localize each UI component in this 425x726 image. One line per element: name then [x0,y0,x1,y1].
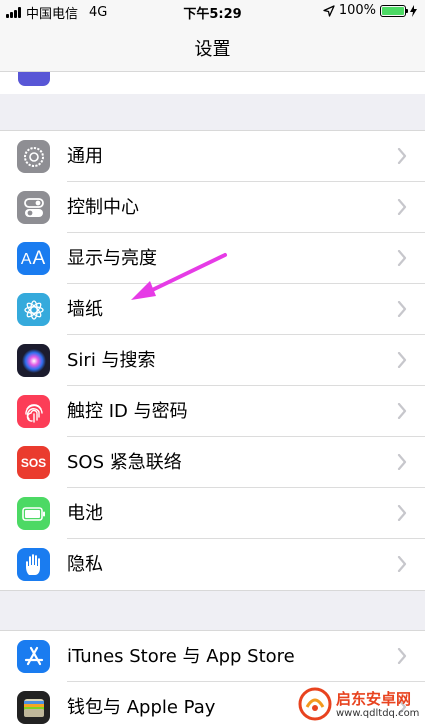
chevron-right-icon [397,648,407,664]
settings-row-gear[interactable]: 通用 [0,131,425,182]
settings-row-label: 电池 [67,503,103,524]
settings-row-siri[interactable]: Siri 与搜索 [0,335,425,386]
settings-row-label: Siri 与搜索 [67,350,156,371]
status-right: 100% [323,3,417,18]
settings-row-toggles[interactable]: 控制中心 [0,182,425,233]
watermark-logo-icon [298,687,332,721]
settings-row-battery[interactable]: 电池 [0,488,425,539]
text-size-glyph: AA [20,247,47,269]
sos-icon: SOS [17,446,50,479]
chevron-right-icon [397,556,407,572]
chevron-right-icon [397,505,407,521]
chevron-right-icon [397,352,407,368]
watermark-url: www.qdltdq.com [336,708,420,719]
toggles-icon [17,191,50,224]
settings-row-label: 显示与亮度 [67,248,157,269]
watermark: 启东安卓网 www.qdltdq.com [296,684,425,726]
battery-icon [380,4,408,17]
settings-row-label: 触控 ID 与密码 [67,401,188,422]
settings-row-fingerprint[interactable]: 触控 ID 与密码 [0,386,425,437]
chevron-right-icon [397,250,407,266]
chevron-right-icon [397,199,407,215]
screen-time-icon [18,72,50,86]
wallet-icon [17,691,50,724]
siri-icon [17,344,50,377]
hand-icon [17,548,50,581]
settings-row-label: 墙纸 [67,299,103,320]
settings-row-flower[interactable]: 墙纸 [0,284,425,335]
settings-row-text-size[interactable]: AA 显示与亮度 [0,233,425,284]
location-arrow-icon [323,4,335,17]
chevron-right-icon [397,403,407,419]
settings-row-label: SOS 紧急联络 [67,452,182,473]
navigation-bar: 设置 [0,22,425,94]
gear-icon [17,140,50,173]
battery-icon [17,497,50,530]
chevron-right-icon [397,148,407,164]
settings-row-hand[interactable]: 隐私 [0,539,425,590]
text-size-icon: AA [17,242,50,275]
flower-icon [17,293,50,326]
settings-group-main: 通用控制中心 AA 显示与亮度墙纸 Siri 与搜索触控 ID 与密码 SOS SOS 紧… [0,130,425,591]
charging-bolt-icon [410,4,417,17]
battery-fill [382,6,404,15]
app-store-icon [17,640,50,673]
settings-row-label: 控制中心 [67,197,139,218]
chevron-right-icon [397,454,407,470]
status-bar: 中国电信 4G 下午5:29 100% [0,0,425,22]
settings-row-sos[interactable]: SOS SOS 紧急联络 [0,437,425,488]
settings-row-label: 隐私 [67,554,103,575]
page-title: 设置 [194,39,231,60]
partially-hidden-row[interactable] [0,72,425,94]
battery-percent: 100% [338,3,376,18]
watermark-title: 启东安卓网 [336,690,412,708]
settings-row-label: iTunes Store 与 App Store [67,646,295,667]
settings-row-app-store[interactable]: iTunes Store 与 App Store [0,631,425,682]
fingerprint-icon [17,395,50,428]
settings-row-label: 通用 [67,146,103,167]
sos-glyph: SOS [20,455,47,470]
settings-row-label: 钱包与 Apple Pay [67,697,216,718]
chevron-right-icon [397,301,407,317]
